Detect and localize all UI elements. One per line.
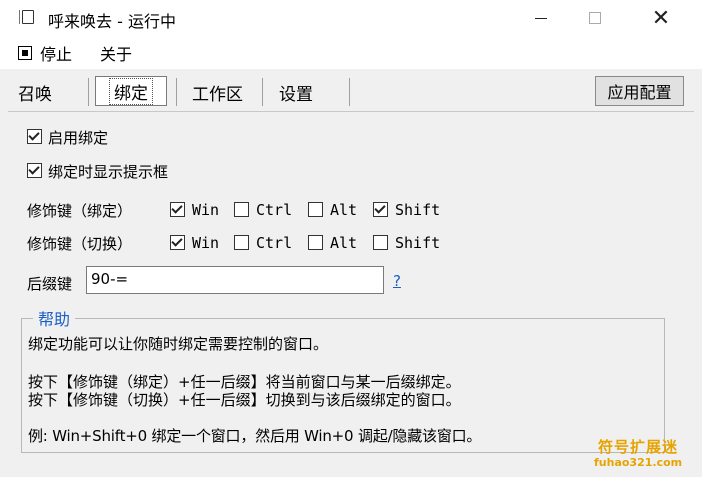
menu-stop[interactable]: 停止: [18, 42, 72, 64]
enable-bind-label: 启用绑定: [48, 129, 109, 147]
tab-separator: [349, 78, 350, 106]
maximize-icon: [589, 12, 601, 24]
tab-separator: [88, 78, 89, 106]
switch-win-label: Win: [192, 234, 220, 252]
switch-win-checkbox[interactable]: [170, 235, 185, 250]
panel-border: [8, 111, 694, 112]
modifier-switch-label: 修饰键（切换）: [27, 235, 133, 253]
bind-win-checkbox[interactable]: [170, 202, 185, 217]
help-line-4: 例: Win+Shift+0 绑定一个窗口，然后用 Win+0 调起/隐藏该窗口…: [28, 427, 482, 445]
show-prompt-checkbox[interactable]: [27, 163, 42, 178]
tab-summon[interactable]: 召唤: [18, 80, 52, 105]
bind-win-label: Win: [192, 201, 220, 219]
switch-ctrl-checkbox[interactable]: [234, 235, 249, 250]
tab-workspace[interactable]: 工作区: [192, 80, 243, 105]
menu-about[interactable]: 关于: [100, 42, 132, 64]
title-bar: 呼来唤去 - 运行中 ✕: [0, 0, 702, 36]
tab-settings[interactable]: 设置: [279, 80, 313, 105]
watermark-line-1: 符号扩展迷: [598, 438, 679, 456]
window-title: 呼来唤去 - 运行中: [48, 12, 176, 31]
tab-separator: [176, 78, 177, 106]
bind-alt-checkbox[interactable]: [308, 202, 323, 217]
enable-bind-checkbox[interactable]: [27, 129, 42, 144]
stop-icon: [18, 46, 32, 60]
suffix-key-input[interactable]: 90-=: [86, 266, 384, 294]
help-title: 帮助: [33, 306, 76, 330]
close-button[interactable]: ✕: [638, 0, 684, 36]
switch-alt-checkbox[interactable]: [308, 235, 323, 250]
help-line-3: 按下【修饰键（切换）+任一后缀】切换到与该后缀绑定的窗口。: [28, 391, 461, 409]
show-prompt-label: 绑定时显示提示框: [48, 163, 169, 181]
switch-shift-label: Shift: [395, 234, 441, 252]
bind-shift-label: Shift: [395, 201, 441, 219]
tab-bind-label: 绑定: [109, 77, 153, 105]
apply-config-button[interactable]: 应用配置: [595, 76, 684, 106]
app-icon: [19, 10, 34, 24]
switch-ctrl-label: Ctrl: [256, 234, 293, 252]
suffix-key-label: 后缀键: [27, 275, 73, 293]
modifier-bind-label: 修饰键（绑定）: [27, 202, 133, 220]
tab-bind[interactable]: 绑定: [95, 76, 167, 106]
menu-bar: 停止 关于: [0, 36, 702, 69]
help-line-1: 绑定功能可以让你随时绑定需要控制的窗口。: [28, 335, 329, 353]
tab-separator: [262, 78, 263, 106]
switch-shift-checkbox[interactable]: [373, 235, 388, 250]
bind-ctrl-label: Ctrl: [256, 201, 293, 219]
suffix-help-link[interactable]: ?: [393, 272, 401, 290]
menu-about-label: 关于: [100, 45, 133, 64]
bind-alt-label: Alt: [330, 201, 358, 219]
watermark-line-2: fuhao321.com: [594, 456, 683, 469]
minimize-icon: [535, 17, 547, 19]
watermark: 符号扩展迷 fuhao321.com: [594, 440, 682, 470]
menu-stop-label: 停止: [40, 45, 73, 64]
close-icon: ✕: [651, 5, 671, 31]
bind-shift-checkbox[interactable]: [373, 202, 388, 217]
maximize-button[interactable]: [572, 0, 618, 36]
bind-ctrl-checkbox[interactable]: [234, 202, 249, 217]
switch-alt-label: Alt: [330, 234, 358, 252]
minimize-button[interactable]: [518, 0, 564, 36]
